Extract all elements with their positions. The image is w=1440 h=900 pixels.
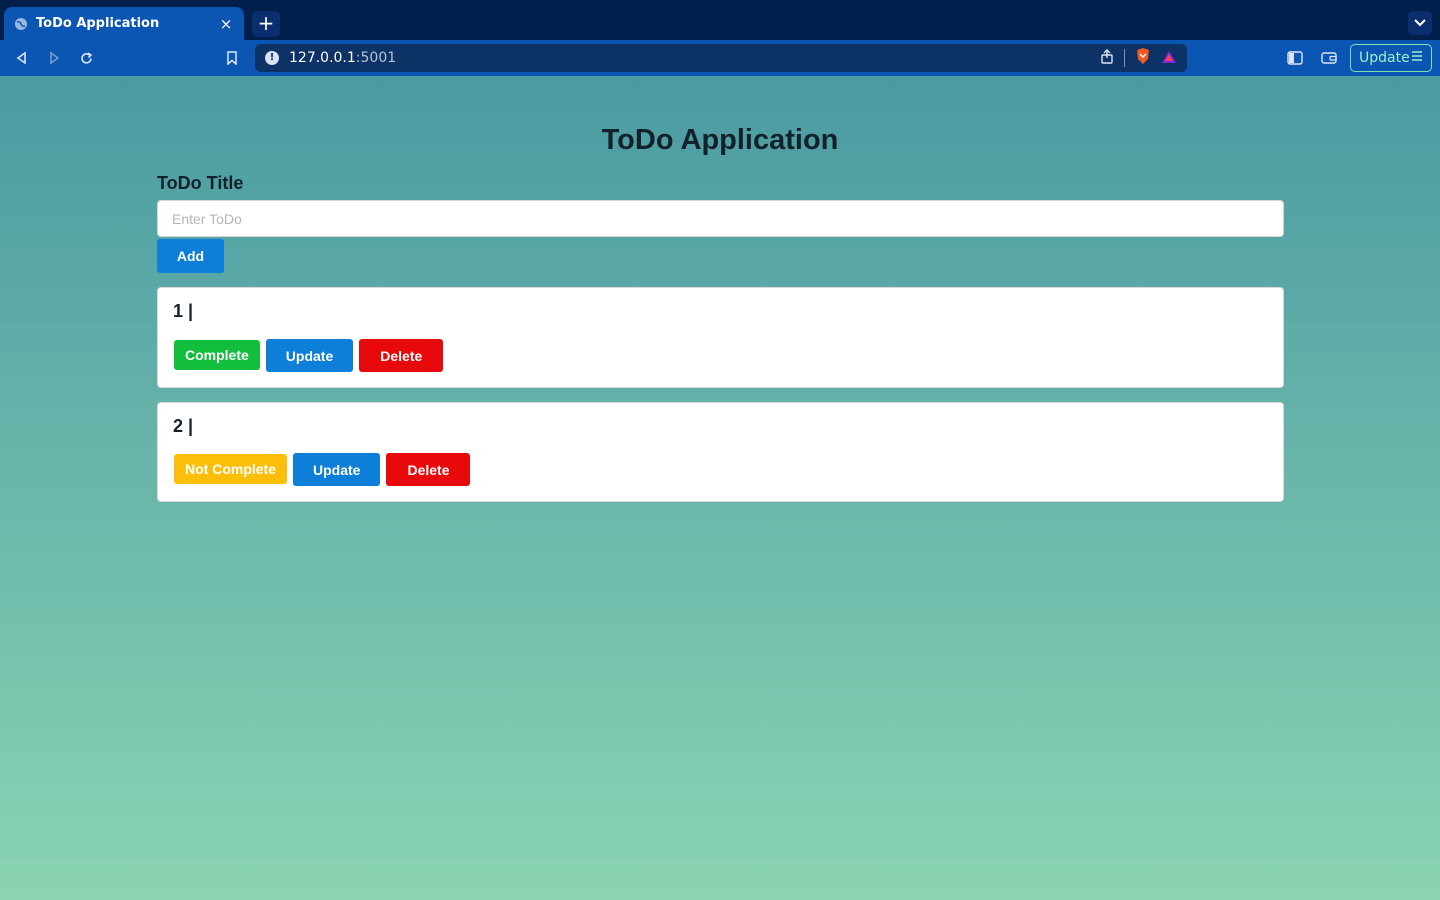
page-content: ToDo Application ToDo Title Add 1 | Comp… <box>0 76 1440 900</box>
menu-icon <box>1411 50 1423 66</box>
todo-item: 1 | Complete Update Delete <box>157 287 1284 388</box>
url-host: 127.0.0.1 <box>289 50 356 66</box>
back-icon[interactable] <box>10 46 34 70</box>
complete-button[interactable]: Complete <box>174 340 260 370</box>
address-bar-actions <box>1100 47 1177 69</box>
brave-shields-icon[interactable] <box>1135 47 1151 69</box>
brave-rewards-icon[interactable] <box>1161 49 1177 68</box>
tab-list-chevron-icon[interactable] <box>1408 11 1432 35</box>
tab-strip: ToDo Application × + <box>0 0 1440 40</box>
todo-item-actions: Not Complete Update Delete <box>174 453 471 486</box>
delete-button[interactable]: Delete <box>359 339 444 372</box>
address-bar-divider <box>1124 49 1125 67</box>
todo-item-title: 2 | <box>173 416 194 436</box>
update-button[interactable]: Update <box>293 453 381 486</box>
tab-close-icon[interactable]: × <box>218 15 234 33</box>
address-bar[interactable]: ! 127.0.0.1:5001 <box>255 44 1187 72</box>
bookmark-icon[interactable] <box>220 46 244 70</box>
update-button[interactable]: Update <box>265 339 354 372</box>
add-button[interactable]: Add <box>157 239 224 273</box>
todo-title-input[interactable] <box>157 200 1284 237</box>
forward-icon[interactable] <box>42 46 66 70</box>
wallet-icon[interactable] <box>1317 46 1341 70</box>
tab-todo-application[interactable]: ToDo Application × <box>4 7 244 40</box>
browser-toolbar: ! 127.0.0.1:5001 Update <box>0 40 1440 76</box>
reload-icon[interactable] <box>74 46 98 70</box>
todo-item-actions: Complete Update Delete <box>174 339 444 372</box>
browser-update-button[interactable]: Update <box>1350 44 1432 72</box>
browser-update-label: Update <box>1359 50 1410 66</box>
sidebar-toggle-icon[interactable] <box>1283 46 1307 70</box>
globe-icon <box>14 17 28 31</box>
share-icon[interactable] <box>1100 48 1114 68</box>
todo-item: 2 | Not Complete Update Delete <box>157 402 1284 502</box>
page-title: ToDo Application <box>601 124 839 156</box>
todo-item-title: 1 | <box>173 301 194 321</box>
new-tab-button[interactable]: + <box>252 11 280 37</box>
todo-title-label: ToDo Title <box>157 173 244 193</box>
url-port: :5001 <box>355 50 397 66</box>
delete-button[interactable]: Delete <box>386 453 471 486</box>
site-info-icon[interactable]: ! <box>265 51 279 65</box>
not-complete-button[interactable]: Not Complete <box>174 454 287 484</box>
tab-title: ToDo Application <box>36 16 160 31</box>
